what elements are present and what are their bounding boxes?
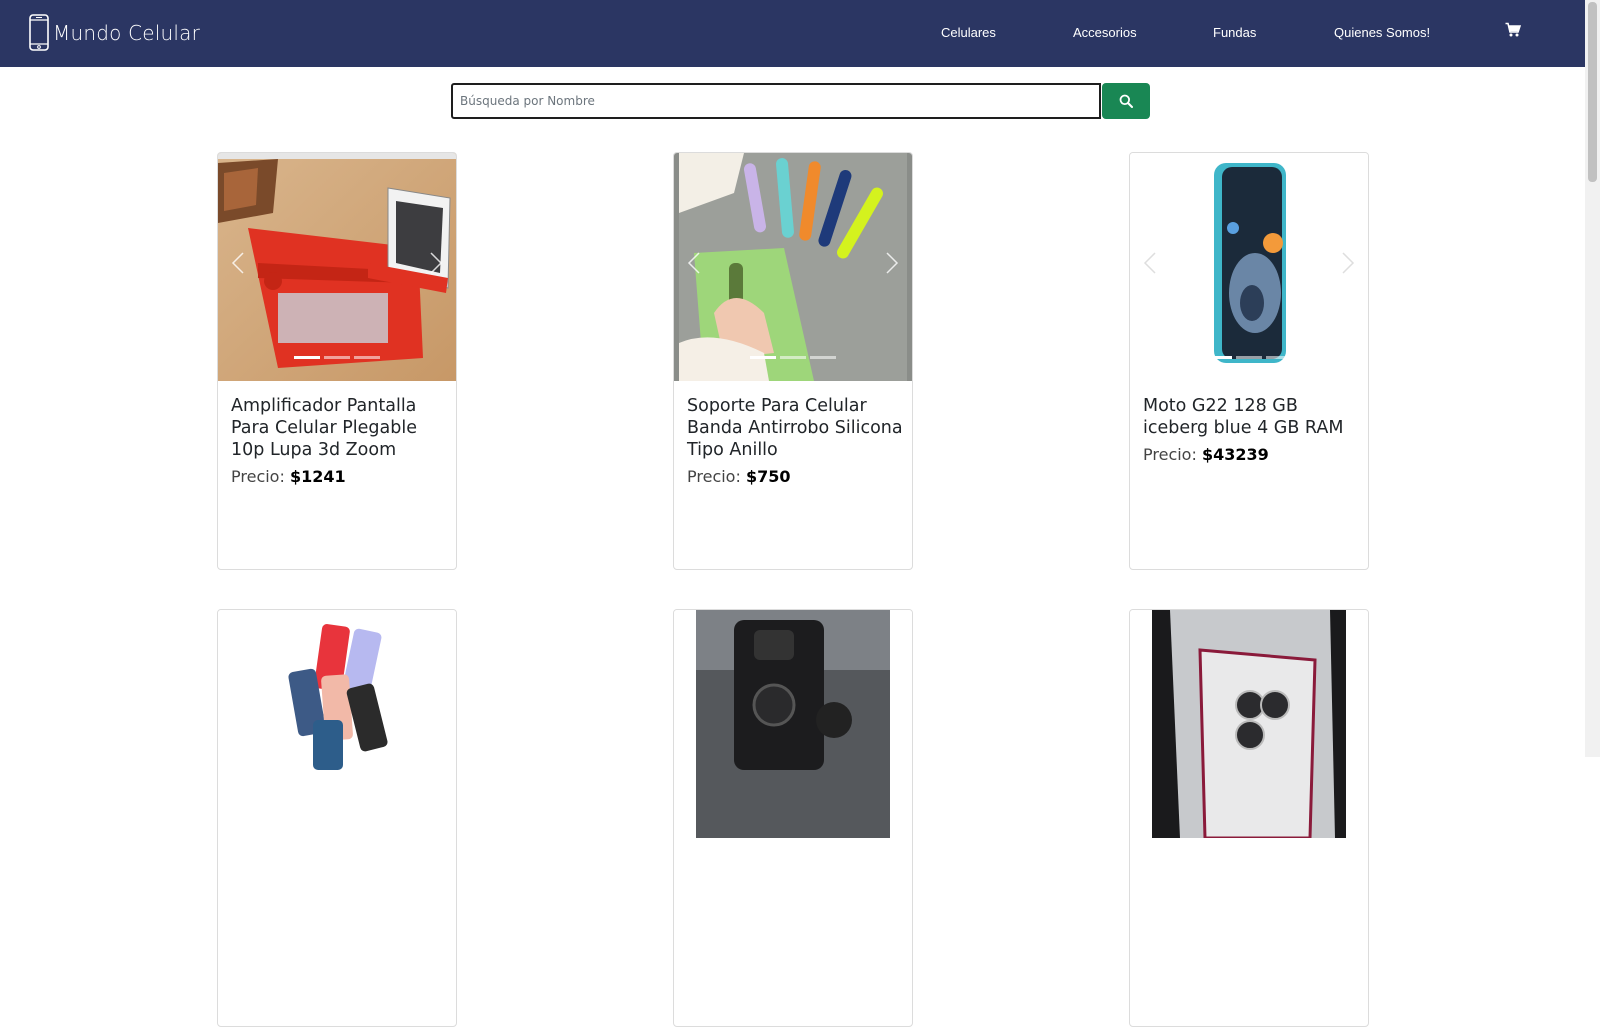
product-card: Soporte Para Celular Banda Antirrobo Sil…: [673, 152, 913, 570]
carousel-indicators: [1130, 356, 1368, 359]
product-image-carousel[interactable]: [674, 153, 912, 381]
carousel-indicator[interactable]: [750, 356, 776, 359]
carousel-indicator[interactable]: [354, 356, 380, 359]
nav-link-accesorios[interactable]: Accesorios: [1073, 25, 1137, 40]
product-card: [673, 609, 913, 1027]
product-image[interactable]: [218, 610, 456, 838]
navbar: Mundo Celular Celulares Accesorios Funda…: [0, 0, 1585, 67]
carousel-indicator[interactable]: [294, 356, 320, 359]
product-title[interactable]: Moto G22 128 GB iceberg blue 4 GB RAM: [1143, 395, 1363, 439]
price-label: Precio:: [231, 467, 285, 486]
carousel-indicator[interactable]: [780, 356, 806, 359]
product-image: [1130, 153, 1368, 381]
product-card: [217, 609, 457, 1027]
product-price: Precio: $43239: [1143, 445, 1269, 464]
product-title[interactable]: Soporte Para Celular Banda Antirrobo Sil…: [687, 395, 907, 461]
search-button[interactable]: [1102, 83, 1150, 119]
brand-link[interactable]: Mundo Celular: [28, 14, 200, 52]
product-image[interactable]: [1130, 610, 1368, 838]
carousel-indicator[interactable]: [324, 356, 350, 359]
price-label: Precio:: [1143, 445, 1197, 464]
product-image: [218, 153, 456, 381]
product-card: [1129, 609, 1369, 1027]
price-amount: $750: [745, 467, 791, 486]
price-label: Precio:: [687, 467, 741, 486]
product-image: [1130, 610, 1368, 838]
product-price: Precio: $750: [687, 467, 790, 486]
price-amount: $1241: [289, 467, 346, 486]
nav-link-fundas[interactable]: Fundas: [1213, 25, 1256, 40]
price-amount: $43239: [1201, 445, 1269, 464]
product-image-carousel[interactable]: [218, 153, 456, 381]
product-image: [674, 610, 912, 838]
nav-link-celulares[interactable]: Celulares: [941, 25, 996, 40]
scrollbar-thumb[interactable]: [1588, 2, 1597, 182]
search-icon: [1119, 94, 1133, 108]
product-title[interactable]: Amplificador Pantalla Para Celular Plega…: [231, 395, 451, 461]
product-card: Moto G22 128 GB iceberg blue 4 GB RAM Pr…: [1129, 152, 1369, 570]
nav-link-quienes-somos[interactable]: Quienes Somos!: [1334, 25, 1430, 40]
page-scrollbar[interactable]: [1585, 0, 1600, 757]
product-price: Precio: $1241: [231, 467, 346, 486]
product-image-carousel[interactable]: [1130, 153, 1368, 381]
cart-icon[interactable]: [1505, 22, 1521, 38]
carousel-indicator[interactable]: [1266, 356, 1292, 359]
product-image: [218, 610, 456, 838]
carousel-indicator[interactable]: [1206, 356, 1232, 359]
brand-name: Mundo Celular: [53, 21, 201, 45]
product-image: [674, 153, 912, 381]
carousel-indicator[interactable]: [1236, 356, 1262, 359]
search-input[interactable]: [451, 83, 1101, 119]
product-card: Amplificador Pantalla Para Celular Plega…: [217, 152, 457, 570]
carousel-indicators: [218, 356, 456, 359]
carousel-indicator[interactable]: [810, 356, 836, 359]
carousel-indicators: [674, 356, 912, 359]
product-image[interactable]: [674, 610, 912, 838]
search-form: [451, 83, 1150, 119]
phone-icon: [29, 14, 49, 51]
